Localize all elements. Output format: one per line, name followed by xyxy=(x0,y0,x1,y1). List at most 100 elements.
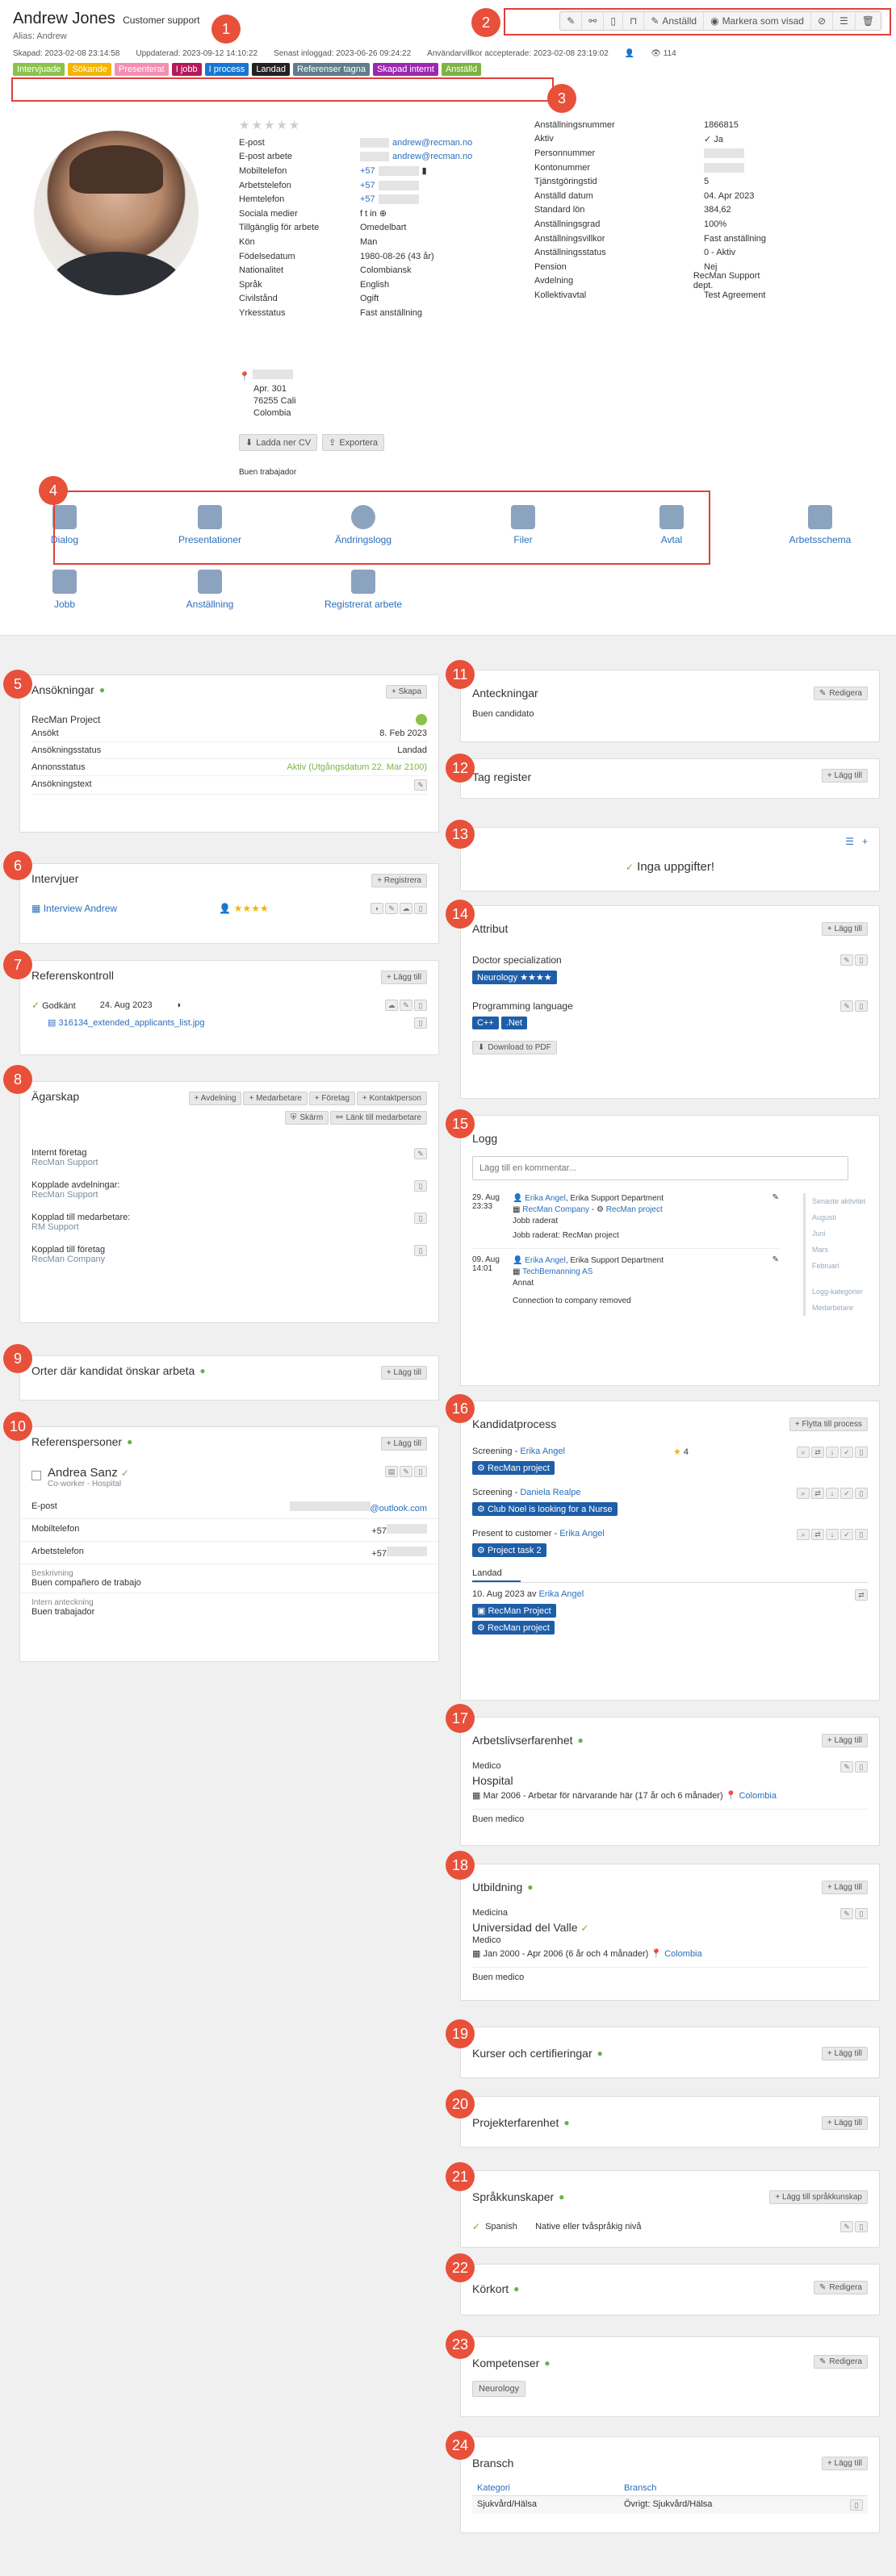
tag-i-jobb[interactable]: I jobb xyxy=(171,63,202,76)
rating-stars[interactable]: ★★★★★ xyxy=(239,118,301,132)
owner-value[interactable]: RecMan Support xyxy=(31,1158,98,1167)
nav-jobs[interactable]: Jobb xyxy=(16,570,113,610)
trash-icon[interactable]: ▯ xyxy=(414,1213,427,1224)
log-filter[interactable]: Mars xyxy=(812,1242,865,1258)
chat-icon[interactable]: ◗ xyxy=(371,903,383,914)
trash-icon[interactable]: ▯ xyxy=(414,903,427,914)
project-chip[interactable]: ⚙ RecMan project xyxy=(472,1621,555,1635)
check-icon[interactable]: ✓ xyxy=(840,1529,853,1540)
nav-schedule[interactable]: Arbetsschema xyxy=(772,505,869,545)
log-company[interactable]: TechBemanning AS xyxy=(522,1267,592,1276)
add-company-button[interactable]: + Företag xyxy=(308,1092,355,1105)
project-chip[interactable]: ⚙ Project task 2 xyxy=(472,1543,546,1557)
edit-icon[interactable]: ✎ xyxy=(840,1000,853,1012)
check-icon[interactable]: ✓ xyxy=(839,1447,853,1458)
add-course-button[interactable]: + Lägg till xyxy=(821,2047,868,2060)
application-project[interactable]: RecMan Project xyxy=(31,714,100,725)
attr-neurology[interactable]: Neurology ★★★★ xyxy=(472,971,557,984)
search-icon[interactable]: ⌕ xyxy=(797,1529,810,1540)
edit-skills-button[interactable]: ✎ Redigera xyxy=(814,2355,868,2369)
log-filter[interactable]: Logg-kategorier xyxy=(812,1284,865,1300)
log-filter[interactable]: Juni xyxy=(812,1225,865,1242)
step-user[interactable]: Erika Angel xyxy=(559,1529,605,1539)
trash-icon[interactable]: ▯ xyxy=(414,1245,427,1256)
plus-icon[interactable]: + xyxy=(862,836,868,847)
list-icon[interactable]: ☰ xyxy=(845,836,854,847)
add-industry-button[interactable]: + Lägg till xyxy=(821,2457,868,2470)
add-language-button[interactable]: + Lägg till språkkunskap xyxy=(769,2190,868,2204)
trash-icon[interactable]: ▯ xyxy=(855,2221,868,2232)
industry-header[interactable]: Bransch xyxy=(624,2483,656,2493)
add-project-button[interactable]: + Lägg till xyxy=(821,2116,868,2130)
create-application-button[interactable]: + Skapa xyxy=(386,685,427,699)
edit-icon[interactable]: ✎ xyxy=(414,779,427,791)
add-work-button[interactable]: + Lägg till xyxy=(821,1734,868,1747)
screen-button[interactable]: ⛨ Skärm xyxy=(284,1111,329,1125)
work-phone-link[interactable]: +57 xyxy=(360,181,375,190)
edit-icon[interactable]: ✎ xyxy=(840,1908,853,1919)
edit-icon[interactable]: ✎ xyxy=(840,2221,853,2232)
work-email-link[interactable]: andrew@recman.no xyxy=(392,152,472,161)
owner-value[interactable]: RM Support xyxy=(31,1222,130,1232)
log-filter[interactable]: Medarbetare xyxy=(812,1300,865,1316)
add-contact-button[interactable]: + Kontaktperson xyxy=(356,1092,427,1105)
reference-mobile[interactable]: +57 xyxy=(371,1524,427,1536)
trash-icon[interactable]: ▯ xyxy=(855,1761,868,1772)
cloud-icon[interactable]: ☁ xyxy=(400,903,412,914)
edit-license-button[interactable]: ✎ Redigera xyxy=(814,2281,868,2294)
tag-skapad-internt[interactable]: Skapad internt xyxy=(373,63,438,76)
project-chip[interactable]: ⚙ Club Noel is looking for a Nurse xyxy=(472,1502,618,1516)
trash-icon[interactable]: ▯ xyxy=(855,1908,868,1919)
email-link[interactable]: andrew@recman.no xyxy=(392,138,472,148)
log-filter[interactable]: Senaste aktivitet xyxy=(812,1193,865,1209)
step-user[interactable]: Erika Angel xyxy=(520,1447,565,1456)
trash-icon[interactable]: ▯ xyxy=(855,1488,868,1499)
move-process-button[interactable]: + Flytta till process xyxy=(789,1417,868,1431)
owner-value[interactable]: RecMan Support xyxy=(31,1190,119,1200)
tag-sokande[interactable]: Sökande xyxy=(68,63,111,76)
tag-intervjuade[interactable]: Intervjuade xyxy=(13,63,65,76)
project-chip[interactable]: ▣ RecMan Project xyxy=(472,1604,556,1618)
reference-email[interactable]: @outlook.com xyxy=(289,1501,427,1513)
attr-cpp[interactable]: C++ xyxy=(472,1017,499,1029)
sms-icon[interactable]: ▮ xyxy=(422,165,427,176)
log-project[interactable]: RecMan project xyxy=(606,1205,663,1214)
add-department-button[interactable]: + Avdelning xyxy=(188,1092,242,1105)
register-interview-button[interactable]: + Registrera xyxy=(371,874,427,887)
edit-icon[interactable]: ✎ xyxy=(840,1761,853,1772)
add-refcheck-button[interactable]: + Lägg till xyxy=(380,971,427,984)
log-filter[interactable]: Februari xyxy=(812,1258,865,1274)
interview-link[interactable]: ▦ Interview Andrew xyxy=(31,903,117,914)
skill-chip[interactable]: Neurology xyxy=(472,2381,526,2397)
reference-checkbox[interactable] xyxy=(31,1471,41,1480)
comment-input[interactable] xyxy=(472,1156,848,1180)
home-phone-link[interactable]: +57 xyxy=(360,194,375,204)
down-icon[interactable]: ↓ xyxy=(826,1488,839,1499)
tag-referenser[interactable]: Referenser tagna xyxy=(293,63,371,76)
cloud-icon[interactable]: ☁ xyxy=(385,1000,398,1011)
owner-value[interactable]: RecMan Company xyxy=(31,1255,105,1264)
refcheck-file[interactable]: ▤ 316134_extended_applicants_list.jpg xyxy=(48,1017,205,1029)
trash-icon[interactable]: ▯ xyxy=(850,2499,863,2511)
trash-icon[interactable]: ▯ xyxy=(414,1000,427,1011)
swap-icon[interactable]: ⇄ xyxy=(811,1488,824,1499)
edu-location[interactable]: Colombia xyxy=(664,1949,701,1959)
trash-icon[interactable]: ▯ xyxy=(854,1447,868,1458)
swap-icon[interactable]: ⇄ xyxy=(811,1529,824,1540)
edit-icon[interactable]: ✎ xyxy=(400,1000,412,1011)
nav-registered-work[interactable]: Registrerat arbete xyxy=(315,570,412,610)
export-button[interactable]: ⇪ Exportera xyxy=(322,434,385,451)
swap-icon[interactable]: ⇄ xyxy=(810,1447,824,1458)
add-attribute-button[interactable]: + Lägg till xyxy=(821,922,868,936)
edit-icon[interactable]: ✎ xyxy=(385,903,398,914)
add-employee-button[interactable]: + Medarbetare xyxy=(243,1092,308,1105)
download-cv-button[interactable]: ⬇ Ladda ner CV xyxy=(239,434,318,451)
trash-icon[interactable]: ▯ xyxy=(855,1000,868,1012)
industry-header[interactable]: Kategori xyxy=(477,2483,624,2493)
tab-landed[interactable]: Landad xyxy=(472,1568,521,1582)
tag-i-process[interactable]: I process xyxy=(204,63,249,76)
log-user[interactable]: Erika Angel xyxy=(525,1194,566,1203)
mobile-link[interactable]: +57 xyxy=(360,166,375,176)
search-icon[interactable]: ⌕ xyxy=(797,1488,810,1499)
edit-icon[interactable]: ✎ xyxy=(772,1255,779,1307)
